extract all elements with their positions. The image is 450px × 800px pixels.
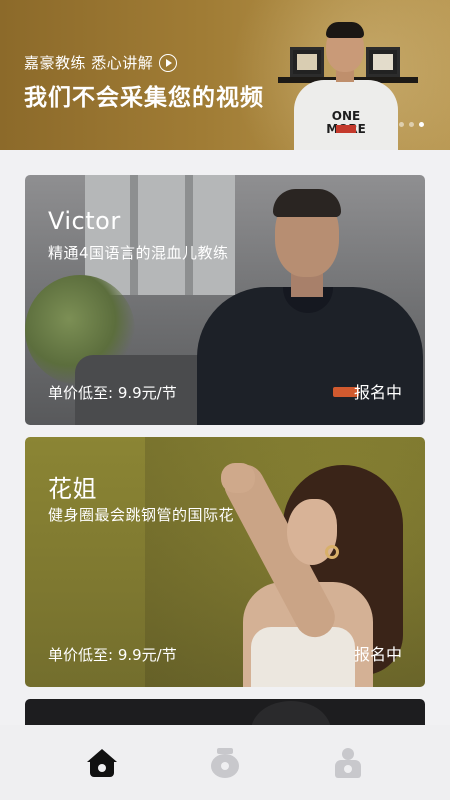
banner-title: 我们不会采集您的视频 [24,85,264,111]
coach-name: 花姐 [48,475,97,503]
tab-profile[interactable] [318,733,378,793]
enrollment-status[interactable]: 报名中 [354,379,402,403]
tab-courses[interactable] [195,733,255,793]
coach-card[interactable]: Victor 精通4国语言的混血儿教练 单价低至: 9.9元/节 报名中 [25,175,425,425]
app-screen: ONE MORE 嘉豪教练 悉心讲解 我们不会采集您的视频 Victor 精通4… [0,0,450,800]
picture-frame [290,47,324,77]
home-icon [86,748,117,777]
shirt-badge [336,125,356,133]
enrollment-status[interactable]: 报名中 [354,641,402,665]
banner-subtitle: 嘉豪教练 悉心讲解 [24,52,178,73]
background-window [85,175,235,295]
picture-frame [366,47,400,77]
carousel-dot[interactable] [409,122,414,127]
play-icon[interactable] [159,53,178,72]
promo-banner[interactable]: ONE MORE 嘉豪教练 悉心讲解 我们不会采集您的视频 [0,0,450,150]
banner-subtitle-text: 嘉豪教练 悉心讲解 [24,54,154,72]
carousel-dot[interactable] [399,122,404,127]
carousel-indicator[interactable] [399,122,424,127]
course-icon [210,747,239,778]
coach-top [251,627,355,687]
carousel-dot-active[interactable] [419,122,424,127]
coach-hair [273,189,341,217]
coach-hand [221,463,255,493]
coach-price: 单价低至: 9.9元/节 [48,646,177,664]
tab-home[interactable] [72,733,132,793]
profile-icon [335,747,362,778]
coach-card[interactable]: 花姐 健身圈最会跳钢管的国际花 单价低至: 9.9元/节 报名中 [25,437,425,687]
coach-hair [326,22,364,38]
bottom-tab-bar [0,725,450,800]
coach-name: Victor [48,207,121,235]
coach-price: 单价低至: 9.9元/节 [48,384,177,402]
coach-description: 健身圈最会跳钢管的国际花 [48,506,235,524]
earring [325,545,339,559]
coach-description: 精通4国语言的混血儿教练 [48,244,229,262]
